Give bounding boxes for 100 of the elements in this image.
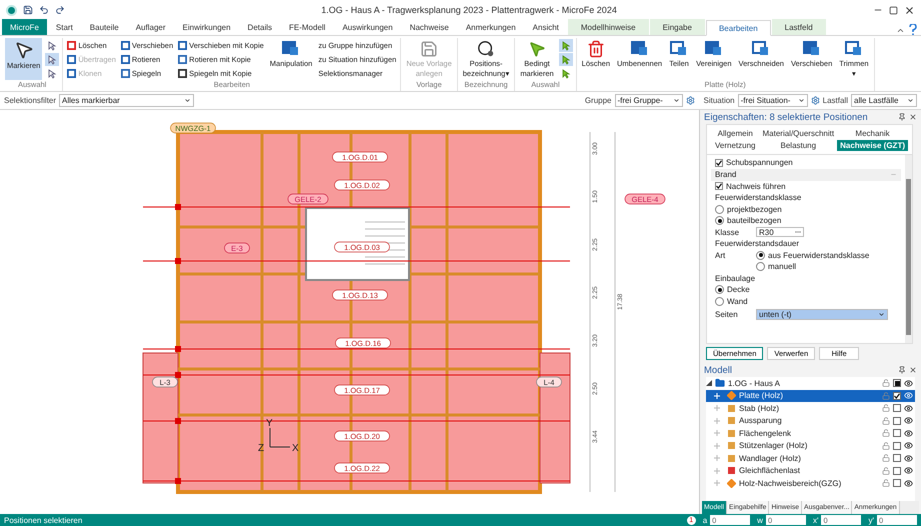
axis-label: X: [292, 443, 299, 454]
lock-icon[interactable]: [882, 429, 890, 438]
tree-item[interactable]: Platte (Holz): [706, 390, 915, 402]
settings-icon[interactable]: [810, 96, 820, 105]
ribbon-tab[interactable]: Nachweise: [402, 19, 457, 35]
dropdown-field[interactable]: -frei Situation-: [738, 94, 808, 107]
eye-icon[interactable]: [904, 404, 913, 413]
ribbon-tab[interactable]: Lastfeld: [772, 19, 826, 35]
lock-icon[interactable]: [882, 466, 890, 475]
radio-button[interactable]: [715, 204, 724, 214]
checkbox[interactable]: [893, 379, 901, 388]
tool-icon: [704, 40, 724, 58]
checkbox[interactable]: [893, 454, 901, 462]
tree-item[interactable]: Holz-Nachweisbereich(GZG): [706, 477, 915, 490]
radio-label: Decke: [727, 285, 750, 294]
checkbox[interactable]: [893, 466, 901, 475]
input-field[interactable]: R30: [756, 227, 804, 238]
tree-item[interactable]: Aussparung: [706, 414, 915, 427]
caret-icon: [184, 97, 192, 104]
lock-icon[interactable]: [882, 416, 890, 425]
ribbon-tab[interactable]: Auflager: [128, 19, 174, 35]
radio-button[interactable]: [715, 296, 724, 306]
ribbon-tab[interactable]: Eingabe: [650, 19, 705, 35]
checkbox[interactable]: [893, 479, 901, 488]
property-tab[interactable]: Nachweise (GZT): [837, 140, 908, 151]
close-icon[interactable]: [904, 4, 916, 16]
radio-button[interactable]: [715, 285, 724, 294]
dropdown-field[interactable]: unten (-t): [756, 308, 888, 320]
pin-icon[interactable]: [898, 366, 906, 374]
checkbox[interactable]: [893, 416, 901, 425]
selection-mode-button[interactable]: [558, 39, 573, 52]
eye-icon[interactable]: [904, 441, 913, 450]
ribbon-tab[interactable]: MicroFe: [2, 19, 47, 35]
property-tab[interactable]: Mechanik: [852, 128, 893, 139]
ribbon-tab[interactable]: Anmerkungen: [458, 19, 524, 35]
dropdown-field[interactable]: alle Lastfälle: [851, 94, 917, 107]
close-icon[interactable]: [909, 366, 917, 374]
checkbox[interactable]: [893, 392, 901, 400]
checkbox[interactable]: [893, 404, 901, 412]
selection-mode-button[interactable]: [558, 53, 573, 66]
help-icon[interactable]: [909, 24, 917, 35]
dropdown-field[interactable]: Alles markierbar: [59, 94, 194, 107]
tool-icon: [802, 40, 822, 58]
checkmark-icon: [894, 392, 900, 399]
checkmark-icon: [716, 160, 722, 166]
ribbon-tab[interactable]: Modellhinweise: [568, 19, 649, 35]
lock-icon[interactable]: [882, 404, 890, 412]
checkbox-label: Schubspannungen: [726, 158, 793, 168]
checkbox[interactable]: [715, 158, 723, 167]
settings-icon[interactable]: [686, 96, 694, 105]
ribbon-tab[interactable]: Auswirkungen: [334, 19, 401, 35]
radio-button[interactable]: [715, 216, 724, 226]
close-icon[interactable]: [909, 113, 917, 121]
ribbon-tab[interactable]: FE-Modell: [281, 19, 334, 35]
checkbox[interactable]: [893, 442, 901, 450]
lock-icon[interactable]: [882, 479, 890, 488]
dropdown-field[interactable]: -frei Gruppe-: [614, 94, 682, 107]
collapse-ribbon-icon[interactable]: [896, 26, 905, 35]
tree-item[interactable]: 1.OG - Haus A: [706, 377, 915, 390]
ribbon-tab[interactable]: Start: [48, 19, 81, 35]
ribbon-tab[interactable]: Bearbeiten: [706, 20, 771, 36]
ribbon-tab[interactable]: Details: [240, 19, 280, 35]
eye-icon[interactable]: [904, 378, 913, 388]
ribbon-tab[interactable]: Bauteile: [82, 19, 127, 35]
redo-icon[interactable]: [55, 5, 65, 15]
eye-icon[interactable]: [904, 454, 913, 463]
eye-icon[interactable]: [904, 428, 913, 438]
checkbox[interactable]: [893, 429, 901, 438]
window-title: 1.OG - Haus A - Tragwerksplanung 2023 - Plattentragwerk - MicroFe 2024: [321, 5, 617, 15]
save-icon: [420, 40, 438, 58]
property-tab[interactable]: Belastung: [778, 140, 820, 151]
eye-icon[interactable]: [904, 466, 913, 476]
field-label: x': [812, 516, 818, 524]
tree-item[interactable]: Stab (Holz): [706, 402, 915, 414]
save-icon[interactable]: [23, 5, 33, 15]
lock-icon[interactable]: [882, 442, 890, 450]
property-tab[interactable]: Allgemein: [714, 128, 756, 139]
radio-button[interactable]: [756, 262, 765, 272]
checkbox[interactable]: [715, 182, 723, 190]
tree-item[interactable]: Flächengelenk: [706, 427, 915, 440]
more-icon[interactable]: [795, 231, 801, 234]
maximize-icon[interactable]: [889, 6, 898, 14]
expand-arrow-icon[interactable]: [706, 380, 712, 386]
undo-icon[interactable]: [39, 5, 49, 15]
eye-icon[interactable]: [904, 478, 913, 488]
caret-icon: [672, 97, 680, 104]
ribbon-tab[interactable]: Einwirkungen: [174, 19, 239, 35]
collapse-icon: [890, 171, 897, 178]
radio-button[interactable]: [756, 250, 765, 260]
eye-icon[interactable]: [904, 416, 913, 426]
tree-item[interactable]: Wandlager (Holz): [706, 452, 915, 464]
tree-item[interactable]: Stützenlager (Holz): [706, 440, 915, 452]
pin-icon[interactable]: [898, 113, 906, 121]
property-tab[interactable]: Material/Querschnitt: [760, 128, 838, 139]
selection-mode-button[interactable]: [45, 53, 60, 66]
lock-icon[interactable]: [882, 454, 890, 462]
tree-item[interactable]: Gleichflächenlast: [706, 464, 915, 477]
property-tab[interactable]: Vernetzung: [712, 140, 758, 151]
ribbon-tab[interactable]: Ansicht: [524, 19, 567, 35]
axis-label: Y: [266, 418, 273, 429]
